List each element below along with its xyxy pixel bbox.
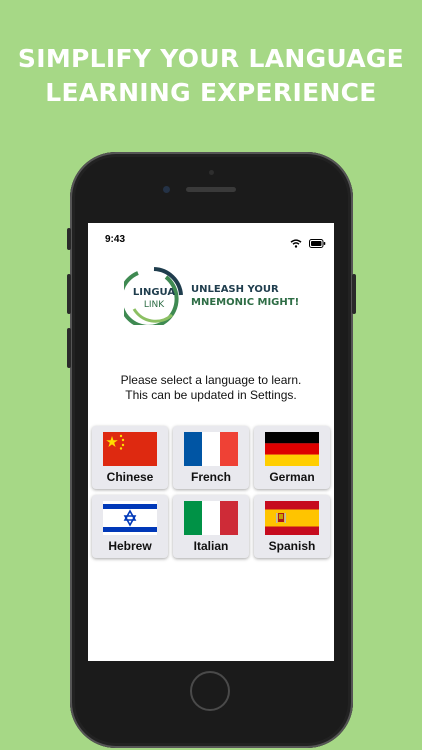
language-label: Spanish — [268, 539, 316, 553]
phone-frame: 9:43 LINGUA LINK UNLEASH YOUR MNEMONIC M… — [67, 152, 356, 748]
volume-down-button — [67, 328, 71, 368]
logo-brand-line-2: LINK — [144, 300, 165, 310]
china-flag-icon — [103, 432, 157, 466]
headline-line-1: SIMPLIFY YOUR LANGUAGE — [17, 44, 405, 73]
marketing-headline: SIMPLIFY YOUR LANGUAGE LEARNING EXPERIEN… — [0, 42, 422, 110]
proximity-sensor — [209, 170, 214, 175]
headline-line-2: LEARNING EXPERIENCE — [45, 78, 377, 107]
volume-up-button — [67, 274, 71, 314]
tagline-line-2: MNEMONIC MIGHT! — [191, 297, 300, 308]
language-card-hebrew[interactable]: Hebrew — [92, 495, 168, 558]
battery-icon — [309, 239, 326, 248]
language-label: Italian — [193, 539, 229, 553]
front-camera — [163, 186, 170, 193]
language-label: Chinese — [106, 470, 154, 484]
language-label: French — [190, 470, 231, 484]
prompt-line-1: Please select a language to learn. — [120, 373, 302, 387]
wifi-icon — [290, 239, 302, 248]
israel-flag-icon — [103, 501, 157, 535]
language-card-italian[interactable]: Italian — [173, 495, 249, 558]
france-flag-icon — [184, 432, 238, 466]
italy-flag-icon — [184, 501, 238, 535]
status-bar: 9:43 — [88, 223, 334, 248]
language-label: German — [269, 470, 315, 484]
power-button — [352, 274, 356, 314]
logo-brand-line-1: LINGUA — [133, 287, 175, 298]
status-time: 9:43 — [105, 234, 126, 245]
language-card-spanish[interactable]: Spanish — [254, 495, 330, 558]
prompt-line-2: This can be updated in Settings. — [125, 388, 297, 402]
language-label: Hebrew — [108, 539, 152, 553]
spain-flag-icon — [265, 501, 319, 535]
language-card-chinese[interactable]: Chinese — [92, 426, 168, 489]
home-button[interactable] — [190, 671, 230, 711]
language-card-french[interactable]: French — [173, 426, 249, 489]
language-prompt: Please select a language to learn. This … — [88, 373, 334, 403]
app-screen: 9:43 LINGUA LINK UNLEASH YOUR MNEMONIC M… — [88, 223, 334, 661]
germany-flag-icon — [265, 432, 319, 466]
status-icons — [290, 235, 326, 253]
mute-switch — [67, 228, 71, 250]
tagline: UNLEASH YOUR MNEMONIC MIGHT! — [191, 283, 299, 309]
earpiece-speaker — [186, 187, 236, 192]
language-grid: Chinese French German Hebrew Italian Spa… — [92, 426, 332, 558]
tagline-line-1: UNLEASH YOUR — [191, 284, 279, 295]
language-card-german[interactable]: German — [254, 426, 330, 489]
